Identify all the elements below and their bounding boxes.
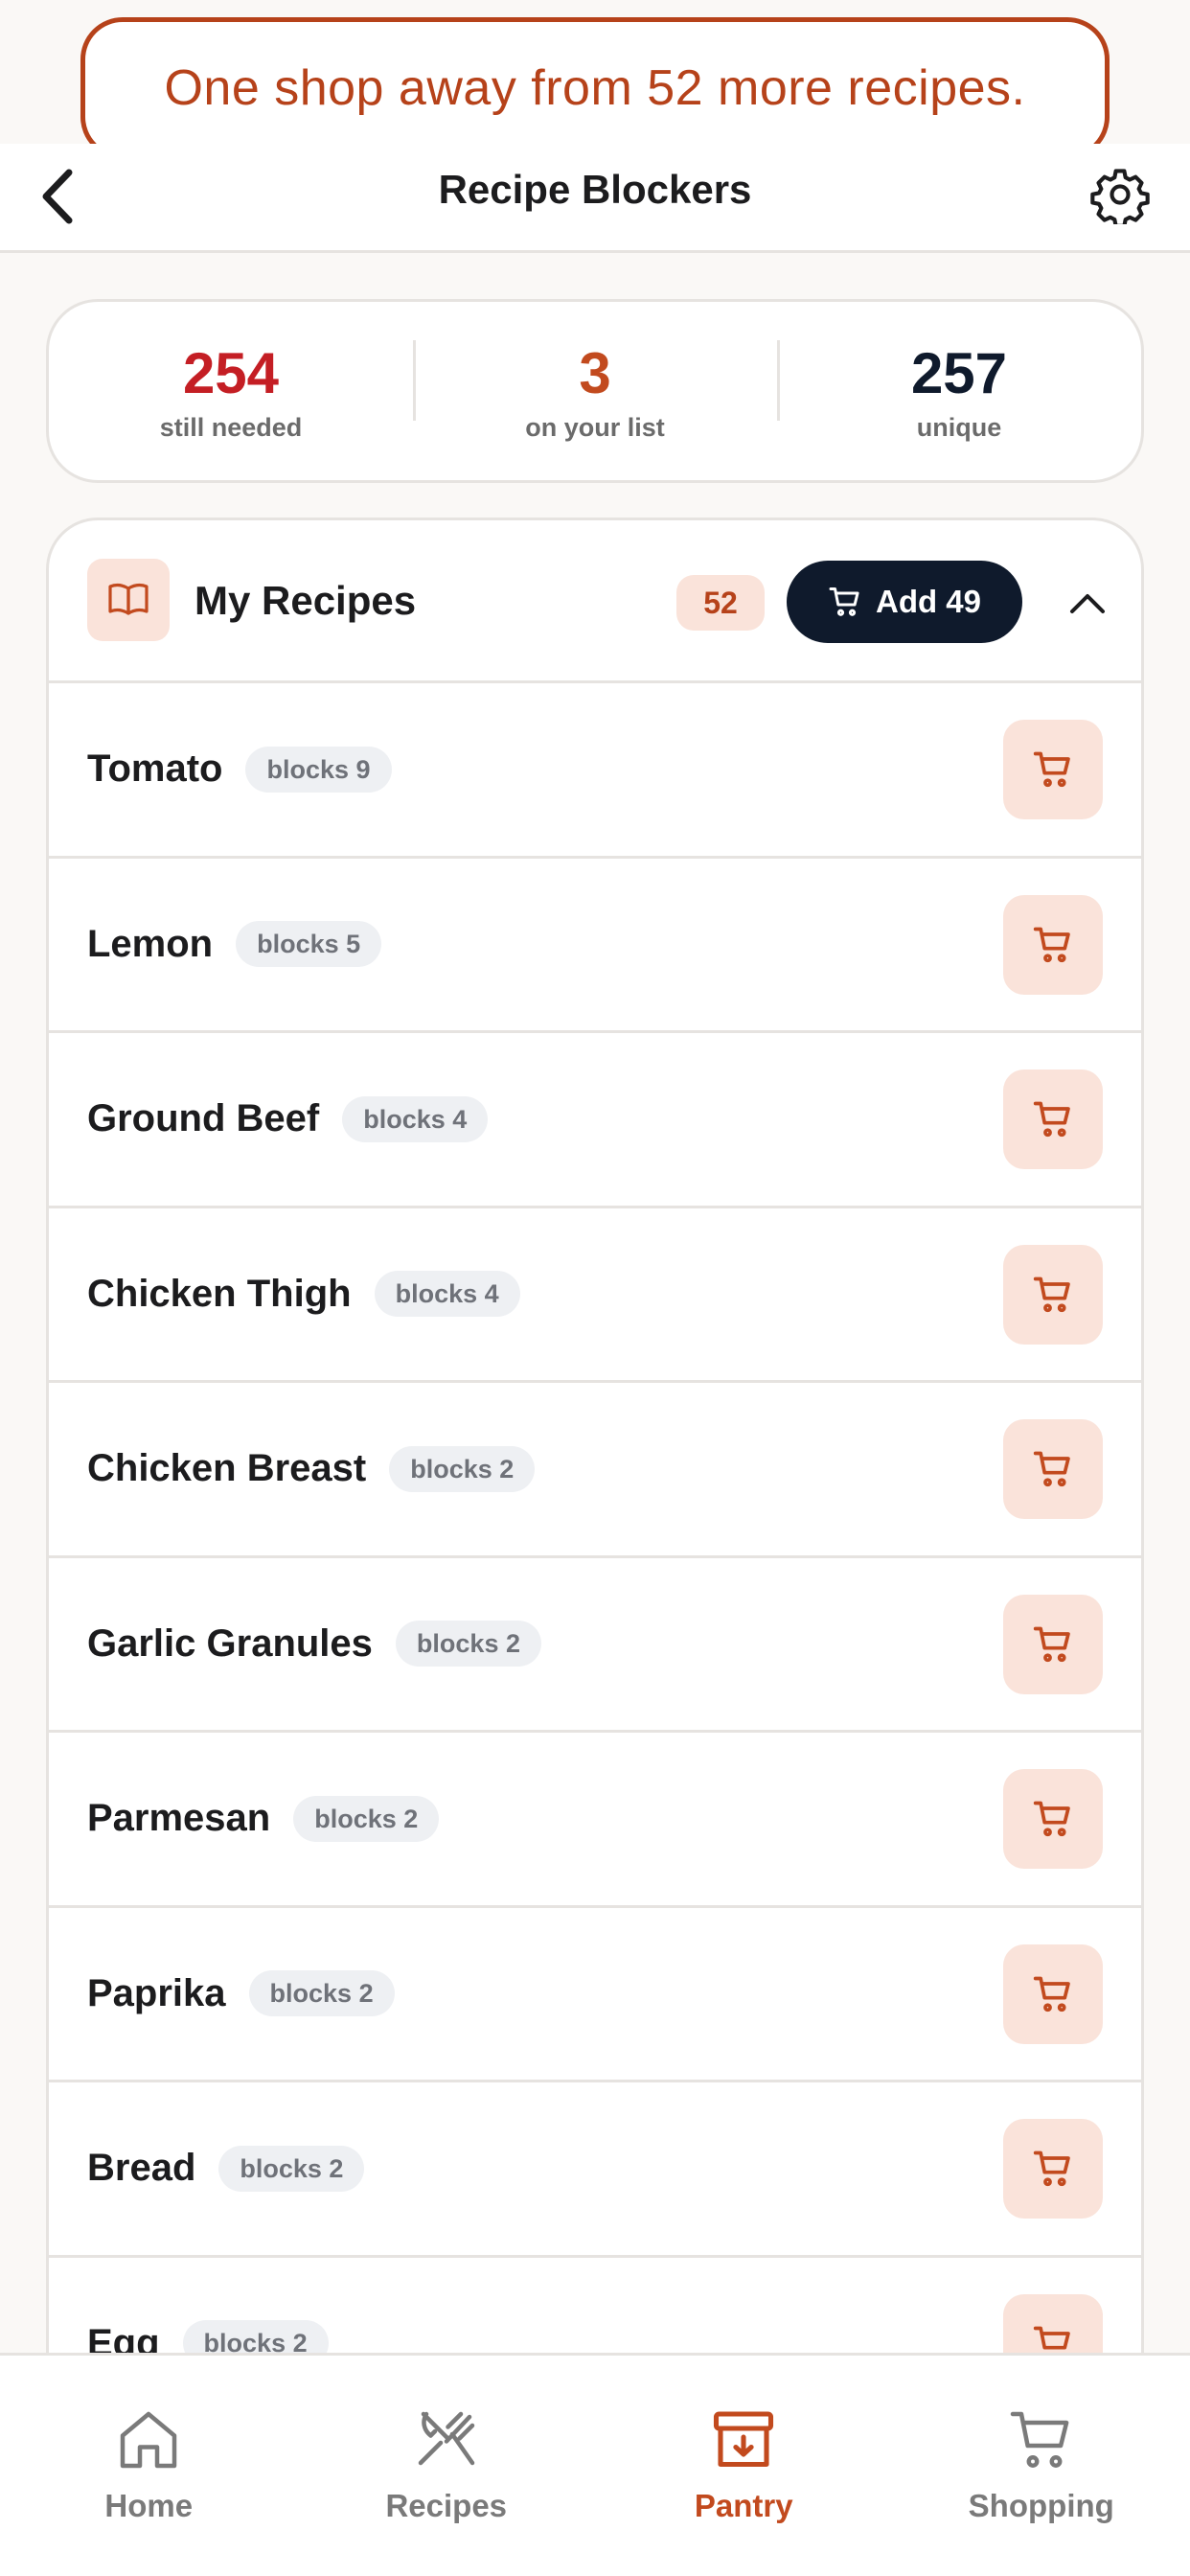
- cart-icon: [1033, 2150, 1070, 2187]
- tab-label: Shopping: [968, 2488, 1114, 2523]
- section-header[interactable]: My Recipes 52 Add 49: [49, 520, 1141, 683]
- ingredient-row[interactable]: Paprika blocks 2: [49, 1908, 1141, 2082]
- blocks-badge: blocks 4: [374, 1271, 520, 1318]
- ingredient-row[interactable]: Parmesan blocks 2: [49, 1733, 1141, 1908]
- ingredient-name: Parmesan: [87, 1797, 271, 1840]
- tab-label: Pantry: [694, 2488, 793, 2523]
- book-icon: [108, 583, 149, 615]
- blocks-badge: blocks 2: [293, 1795, 440, 1842]
- ingredient-name: Paprika: [87, 1971, 226, 2014]
- settings-button[interactable]: [1087, 161, 1154, 228]
- add-to-cart-button[interactable]: [1003, 1419, 1103, 1519]
- cart-icon: [1033, 1976, 1070, 2012]
- cart-icon: [829, 587, 859, 616]
- promo-banner-text: One shop away from 52 more recipes.: [164, 60, 1026, 116]
- my-recipes-section: My Recipes 52 Add 49 Tomato blocks 9 Lemon…: [46, 518, 1144, 2358]
- stat-unique: 257 unique: [777, 339, 1141, 443]
- blocks-badge: blocks 4: [342, 1095, 489, 1142]
- collapse-button[interactable]: [1061, 576, 1114, 630]
- add-to-cart-button[interactable]: [1003, 894, 1103, 995]
- cart-icon: [1033, 1276, 1070, 1312]
- ingredient-name: Lemon: [87, 922, 214, 965]
- ingredient-row[interactable]: Egg blocks 2: [49, 2258, 1141, 2358]
- stat-still-needed: 254 still needed: [49, 340, 413, 443]
- cart-icon: [1033, 927, 1070, 962]
- add-all-button[interactable]: Add 49: [787, 561, 1022, 643]
- stat-value: 257: [910, 340, 1008, 405]
- cart-icon: [1033, 1101, 1070, 1138]
- book-icon-box: [87, 559, 170, 641]
- ingredient-name: Tomato: [87, 748, 223, 791]
- add-to-cart-button[interactable]: [1003, 2119, 1103, 2219]
- pantry-box-icon: [714, 2411, 774, 2468]
- ingredient-row[interactable]: Garlic Granules blocks 2: [49, 1558, 1141, 1733]
- tab-pantry[interactable]: Pantry: [595, 2356, 893, 2576]
- ingredient-row[interactable]: Bread blocks 2: [49, 2082, 1141, 2258]
- ingredient-row[interactable]: Lemon blocks 5: [49, 859, 1141, 1033]
- ingredient-row[interactable]: Chicken Thigh blocks 4: [49, 1208, 1141, 1383]
- gear-icon: [1090, 169, 1150, 224]
- add-to-cart-button[interactable]: [1003, 1070, 1103, 1169]
- ingredient-name: Chicken Breast: [87, 1447, 367, 1490]
- tab-shopping[interactable]: Shopping: [893, 2356, 1190, 2576]
- stat-label: unique: [916, 412, 1002, 442]
- stat-label: on your list: [525, 412, 665, 442]
- blocks-badge: blocks 2: [389, 1445, 536, 1492]
- ingredient-row[interactable]: Ground Beef blocks 4: [49, 1033, 1141, 1208]
- blocks-badge: blocks 2: [218, 2145, 365, 2192]
- blocks-badge: blocks 9: [245, 746, 392, 793]
- add-to-cart-button[interactable]: [1003, 1769, 1103, 1869]
- recipe-count-badge: 52: [676, 575, 765, 631]
- stats-panel: 254 still needed 3 on your list 257 uniq…: [46, 299, 1144, 483]
- stat-label: still needed: [159, 412, 303, 442]
- blocks-badge: blocks 2: [395, 1621, 541, 1668]
- cart-icon: [1033, 1801, 1070, 1837]
- ingredient-name: Bread: [87, 2147, 196, 2190]
- tab-bar: Home Recipes Pantry Shopping: [0, 2353, 1190, 2576]
- page-title: Recipe Blockers: [438, 167, 752, 212]
- utensils-icon: [418, 2411, 474, 2466]
- stat-on-your-list: 3 on your list: [413, 339, 777, 443]
- ingredient-row[interactable]: Tomato blocks 9: [49, 683, 1141, 859]
- ingredient-row[interactable]: Chicken Breast blocks 2: [49, 1383, 1141, 1558]
- nav-header: Recipe Blockers: [0, 144, 1190, 253]
- blocks-badge: blocks 5: [236, 921, 382, 968]
- tab-recipes[interactable]: Recipes: [298, 2356, 596, 2576]
- section-title: My Recipes: [195, 578, 417, 623]
- tab-label: Home: [104, 2488, 194, 2523]
- add-to-cart-button[interactable]: [1003, 2293, 1103, 2358]
- tab-home[interactable]: Home: [0, 2356, 298, 2576]
- add-all-label: Add 49: [875, 584, 982, 619]
- stat-value: 254: [182, 340, 280, 405]
- home-icon: [121, 2411, 177, 2469]
- add-to-cart-button[interactable]: [1003, 1594, 1103, 1694]
- ingredient-name: Ground Beef: [87, 1097, 320, 1140]
- cart-icon: [1033, 1626, 1070, 1662]
- cart-icon: [1033, 751, 1070, 788]
- ingredient-name: Garlic Granules: [87, 1622, 373, 1665]
- add-to-cart-button[interactable]: [1003, 720, 1103, 819]
- tab-label: Recipes: [385, 2488, 508, 2523]
- ingredient-list: Tomato blocks 9 Lemon blocks 5 Ground Beef bl…: [49, 683, 1141, 2358]
- cart-icon: [1033, 1451, 1070, 1487]
- ingredient-name: Chicken Thigh: [87, 1272, 352, 1315]
- promo-banner: One shop away from 52 more recipes.: [80, 17, 1110, 159]
- chevron-up-icon: [1070, 594, 1105, 613]
- add-to-cart-button[interactable]: [1003, 1944, 1103, 2044]
- add-to-cart-button[interactable]: [1003, 1244, 1103, 1345]
- blocks-badge: blocks 2: [248, 1970, 395, 2017]
- stat-value: 3: [579, 340, 611, 405]
- shopping-cart-icon: [1010, 2411, 1069, 2468]
